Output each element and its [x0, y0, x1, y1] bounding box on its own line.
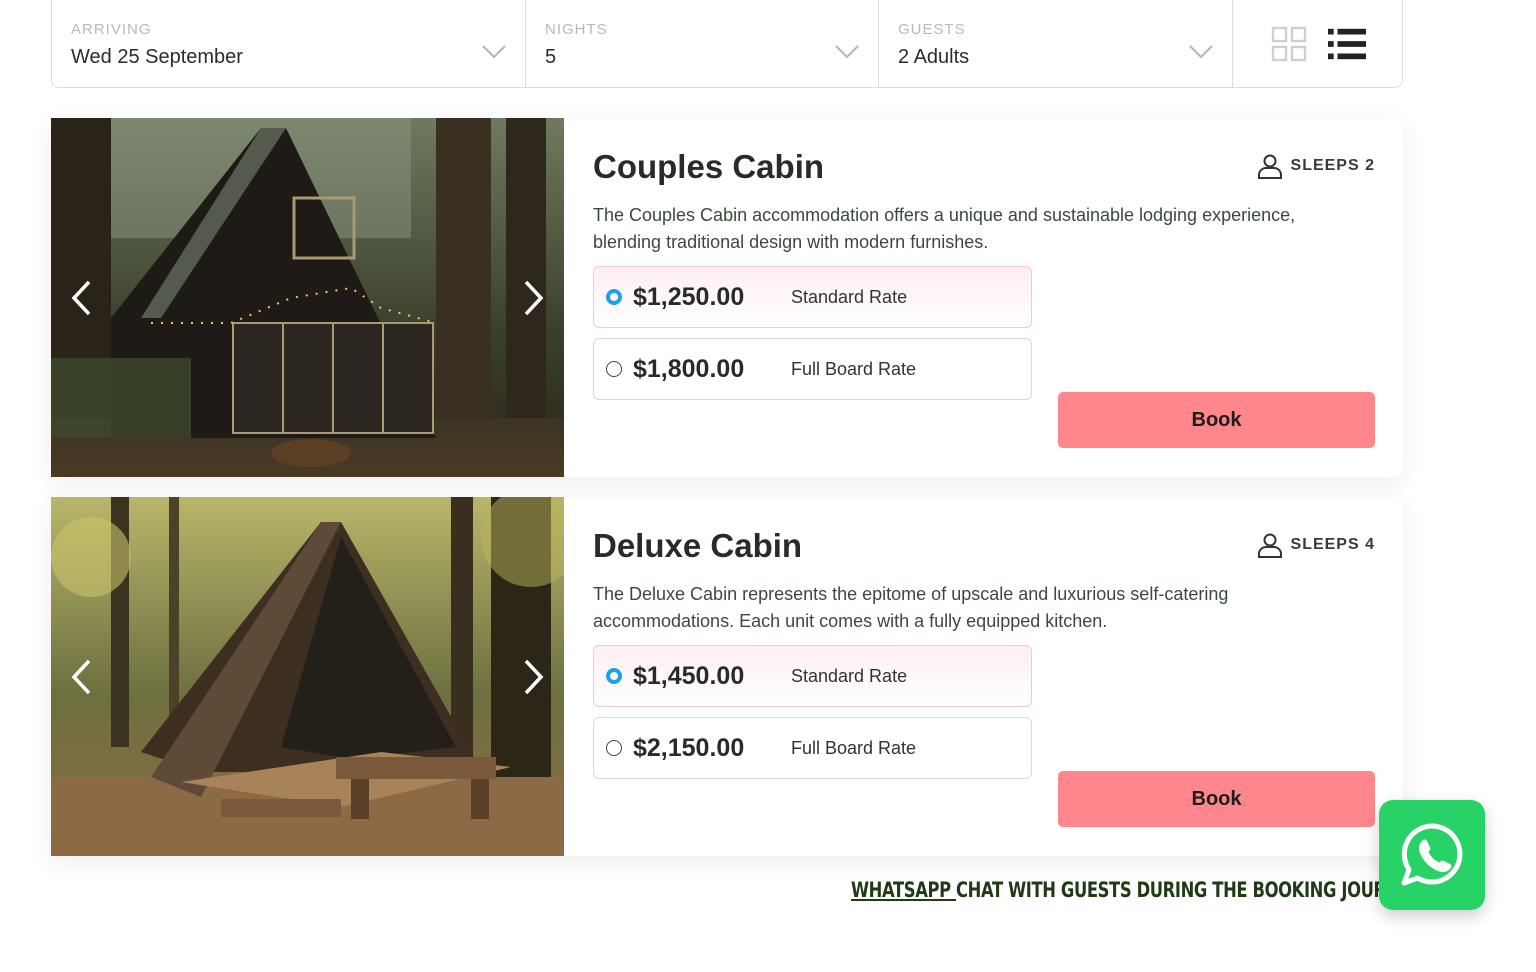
- cabin-photo-carousel: [51, 118, 564, 477]
- chevron-down-icon: [1189, 45, 1213, 59]
- sleeps-label: SLEEPS 2: [1290, 157, 1375, 174]
- chevron-left-icon: [71, 280, 91, 316]
- caption-text: CHAT WITH GUESTS DURING THE BOOKING JOUR…: [956, 878, 1422, 902]
- cabin-title: Couples Cabin: [593, 148, 825, 185]
- rate-name: Full Board Rate: [791, 358, 917, 379]
- cabin-photo: [51, 497, 564, 856]
- rate-price: $1,800.00: [633, 354, 745, 383]
- arriving-value: Wed 25 September: [71, 46, 243, 68]
- previous-photo-button[interactable]: [61, 657, 101, 697]
- person-icon: [1257, 154, 1282, 179]
- book-button[interactable]: Book: [1058, 392, 1375, 448]
- sleeps-label: SLEEPS 4: [1290, 536, 1375, 553]
- radio-unselected-icon[interactable]: [606, 361, 622, 377]
- cabin-info: Couples Cabin SLEEPS 2 The Couples Cabin…: [593, 118, 1375, 477]
- list-view-button[interactable]: [1328, 25, 1366, 63]
- rate-price: $1,450.00: [633, 661, 745, 690]
- chevron-left-icon: [71, 659, 91, 695]
- promo-caption: WHATSAPP CHAT WITH GUESTS DURING THE BOO…: [851, 878, 1422, 902]
- radio-unselected-icon[interactable]: [606, 740, 622, 756]
- chevron-down-icon: [835, 45, 859, 59]
- rate-option-full-board[interactable]: $1,800.00 Full Board Rate: [593, 338, 1032, 400]
- cabin-title: Deluxe Cabin: [593, 527, 803, 564]
- nights-field[interactable]: NIGHTS 5: [526, 0, 879, 87]
- cabin-photo-carousel: [51, 497, 564, 856]
- rate-option-full-board[interactable]: $2,150.00 Full Board Rate: [593, 717, 1032, 779]
- book-button[interactable]: Book: [1058, 771, 1375, 827]
- rate-name: Standard Rate: [791, 286, 908, 307]
- cabin-card: Deluxe Cabin SLEEPS 4 The Deluxe Cabin r…: [51, 497, 1403, 856]
- next-photo-button[interactable]: [514, 657, 554, 697]
- grid-view-icon: [1271, 26, 1307, 61]
- grid-view-button[interactable]: [1270, 25, 1308, 63]
- person-icon: [1257, 533, 1282, 558]
- radio-selected-icon[interactable]: [606, 289, 622, 305]
- arriving-label: ARRIVING: [71, 21, 152, 38]
- list-view-icon: [1328, 28, 1366, 59]
- view-toggle: [1233, 0, 1402, 87]
- cabin-description: The Couples Cabin accommodation offers a…: [593, 205, 1296, 252]
- cabin-photo: [51, 118, 564, 477]
- sleeps-badge: SLEEPS 2: [1257, 153, 1375, 179]
- cabin-card: Couples Cabin SLEEPS 2 The Couples Cabin…: [51, 118, 1403, 477]
- rate-name: Standard Rate: [791, 665, 908, 686]
- sleeps-badge: SLEEPS 4: [1257, 532, 1375, 558]
- rate-name: Full Board Rate: [791, 737, 917, 758]
- chevron-down-icon: [482, 45, 506, 59]
- nights-value: 5: [545, 46, 557, 68]
- next-photo-button[interactable]: [514, 278, 554, 318]
- rate-option-standard[interactable]: $1,250.00 Standard Rate: [593, 266, 1032, 328]
- guests-value: 2 Adults: [898, 46, 970, 68]
- previous-photo-button[interactable]: [61, 278, 101, 318]
- rate-option-standard[interactable]: $1,450.00 Standard Rate: [593, 645, 1032, 707]
- cabin-description: The Deluxe Cabin represents the epitome …: [593, 584, 1229, 631]
- booking-search-bar: ARRIVING Wed 25 September NIGHTS 5 GUEST…: [51, 0, 1403, 88]
- cabin-info: Deluxe Cabin SLEEPS 4 The Deluxe Cabin r…: [593, 497, 1375, 856]
- guests-field[interactable]: GUESTS 2 Adults: [879, 0, 1233, 87]
- chevron-right-icon: [524, 659, 544, 695]
- whatsapp-icon: [1401, 823, 1463, 886]
- rate-price: $2,150.00: [633, 733, 745, 762]
- chevron-right-icon: [524, 280, 544, 316]
- rate-price: $1,250.00: [633, 282, 745, 311]
- caption-underlined: WHATSAPP: [851, 878, 957, 902]
- arriving-field[interactable]: ARRIVING Wed 25 September: [52, 0, 526, 87]
- nights-label: NIGHTS: [545, 21, 608, 38]
- guests-label: GUESTS: [898, 21, 966, 38]
- whatsapp-chat-button[interactable]: [1379, 800, 1485, 910]
- radio-selected-icon[interactable]: [606, 668, 622, 684]
